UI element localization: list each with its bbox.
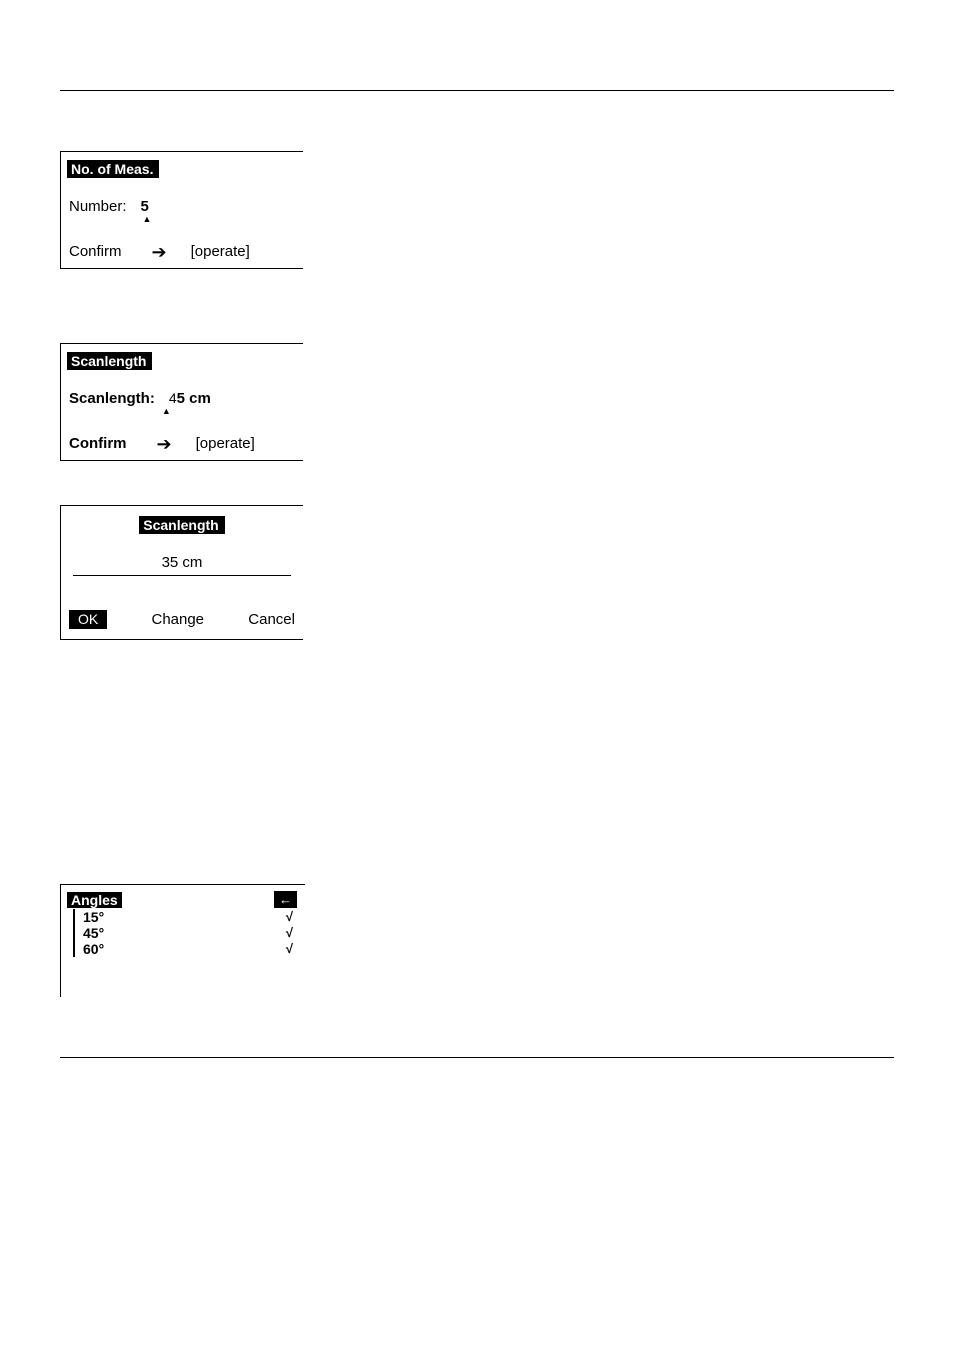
title-row: Scanlength (67, 516, 297, 534)
lcd-scanlength-edit: Scanlength Scanlength: ▲ 45 cm Confirm ➔… (60, 343, 303, 461)
scanlength-digit-edit: 4 (169, 390, 177, 406)
value-underline (73, 575, 291, 576)
arrow-right-icon: ➔ (152, 245, 167, 259)
ok-button[interactable]: OK (69, 610, 107, 629)
scanlength-row: Scanlength: ▲ 45 cm (67, 390, 297, 407)
cancel-button[interactable]: Cancel (248, 610, 295, 629)
check-icon: √ (286, 909, 297, 925)
scanlength-label: Scanlength: (69, 390, 155, 407)
caret-up-icon: ▲ (162, 407, 171, 416)
confirm-row: Confirm ➔ [operate] (67, 435, 297, 452)
lcd-title-no-of-meas: No. of Meas. (67, 160, 159, 178)
lcd-title-scanlength-confirm: Scanlength (139, 516, 224, 534)
back-arrow-icon[interactable]: ← (274, 891, 297, 908)
angle-label: 45° (83, 925, 104, 941)
angle-label: 60° (83, 941, 104, 957)
angles-list: 15° √ 45° √ 60° √ (67, 909, 297, 957)
number-label: Number: (69, 198, 127, 215)
lcd-title-scanlength: Scanlength (67, 352, 152, 370)
number-value: 5 (141, 198, 149, 215)
operate-label[interactable]: [operate] (191, 243, 250, 260)
confirm-label[interactable]: Confirm (69, 435, 127, 452)
confirm-row: Confirm ➔ [operate] (67, 243, 297, 260)
scanlength-value-rest: 5 cm (177, 390, 211, 407)
number-row: Number: 5 ▲ (67, 198, 297, 215)
lcd-angles: Angles ← 15° √ 45° √ 60° √ (60, 884, 305, 997)
arrow-right-icon: ➔ (157, 437, 172, 451)
scanlength-display-value: 35 cm (73, 554, 291, 571)
angle-row-15[interactable]: 15° √ (73, 909, 297, 925)
angles-header: Angles ← (67, 891, 297, 908)
footer-rule (60, 1057, 894, 1058)
angle-row-60[interactable]: 60° √ (73, 941, 297, 957)
operate-label[interactable]: [operate] (196, 435, 255, 452)
confirm-label[interactable]: Confirm (69, 243, 122, 260)
lcd-no-of-meas: No. of Meas. Number: 5 ▲ Confirm ➔ [oper… (60, 151, 303, 269)
check-icon: √ (286, 941, 297, 957)
change-button[interactable]: Change (151, 610, 204, 629)
angle-row-45[interactable]: 45° √ (73, 925, 297, 941)
angle-label: 15° (83, 909, 104, 925)
number-value-wrap[interactable]: 5 ▲ (141, 198, 149, 215)
button-row: OK Change Cancel (67, 610, 297, 629)
angles-title: Angles (67, 892, 122, 908)
check-icon: √ (286, 925, 297, 941)
caret-up-icon: ▲ (143, 215, 152, 224)
lcd-scanlength-confirm: Scanlength 35 cm OK Change Cancel (60, 505, 303, 640)
scanlength-value-wrap[interactable]: ▲ 45 cm (169, 390, 211, 407)
